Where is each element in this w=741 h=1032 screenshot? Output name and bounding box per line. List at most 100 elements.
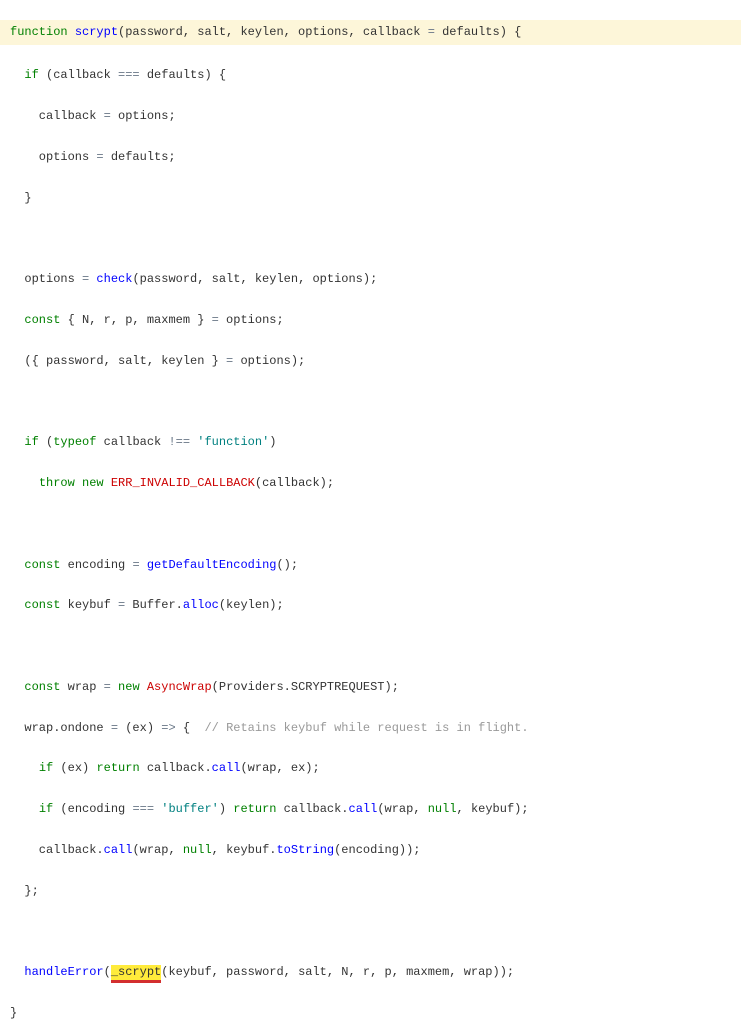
code-line-blank	[10, 636, 731, 656]
code-text: options	[10, 272, 82, 286]
code-text	[140, 558, 147, 572]
code-line: options = defaults;	[10, 147, 731, 167]
code-text: (	[104, 965, 111, 979]
code-text: }	[10, 1006, 17, 1020]
code-text: (encoding	[53, 802, 132, 816]
code-text: (keylen);	[219, 598, 284, 612]
code-line: const keybuf = Buffer.alloc(keylen);	[10, 595, 731, 615]
keyword-if: if	[24, 435, 38, 449]
code-text: defaults) {	[435, 25, 521, 39]
code-text: , keybuf);	[457, 802, 529, 816]
keyword-const: const	[24, 313, 60, 327]
code-line: callback = options;	[10, 106, 731, 126]
keyword-new: new	[82, 476, 104, 490]
code-line-blank	[10, 228, 731, 248]
code-text	[10, 965, 24, 979]
code-text: (wrap,	[132, 843, 182, 857]
code-text: };	[10, 884, 39, 898]
method-call: toString	[276, 843, 334, 857]
code-line-blank	[10, 391, 731, 411]
code-text: options);	[233, 354, 305, 368]
code-line: }	[10, 1003, 731, 1023]
code-text: options	[10, 150, 96, 164]
operator: =	[104, 109, 111, 123]
operator: =	[96, 150, 103, 164]
code-text: options;	[111, 109, 176, 123]
keyword-if: if	[39, 761, 53, 775]
code-text: )	[219, 802, 233, 816]
code-line: const encoding = getDefaultEncoding();	[10, 555, 731, 575]
string-literal: 'function'	[197, 435, 269, 449]
operator: ===	[132, 802, 154, 816]
code-text: (encoding));	[334, 843, 420, 857]
code-line: throw new ERR_INVALID_CALLBACK(callback)…	[10, 473, 731, 493]
code-text: (Providers.SCRYPTREQUEST);	[212, 680, 399, 694]
function-call: getDefaultEncoding	[147, 558, 277, 572]
code-text: callback.	[140, 761, 212, 775]
code-text: callback	[96, 435, 168, 449]
keyword-return: return	[233, 802, 276, 816]
highlighted-token-scrypt: _scrypt	[111, 965, 161, 983]
code-text: defaults) {	[140, 68, 226, 82]
method-call: call	[212, 761, 241, 775]
code-text: (password, salt, keylen, options);	[132, 272, 377, 286]
code-text: { N, r, p, maxmem }	[60, 313, 211, 327]
code-line: };	[10, 881, 731, 901]
function-call: check	[96, 272, 132, 286]
operator: =	[104, 680, 111, 694]
code-text: , keybuf.	[212, 843, 277, 857]
operator: =	[132, 558, 139, 572]
function-name: scrypt	[75, 25, 118, 39]
code-text	[140, 680, 147, 694]
code-line: options = check(password, salt, keylen, …	[10, 269, 731, 289]
operator: !==	[168, 435, 190, 449]
code-text: encoding	[60, 558, 132, 572]
keyword-if: if	[24, 68, 38, 82]
arrow-op: =>	[161, 721, 175, 735]
code-line: const wrap = new AsyncWrap(Providers.SCR…	[10, 677, 731, 697]
code-text: ();	[276, 558, 298, 572]
operator: =	[212, 313, 219, 327]
code-line: handleError(_scrypt(keybuf, password, sa…	[10, 962, 731, 982]
code-line: ({ password, salt, keylen } = options);	[10, 351, 731, 371]
code-text: keybuf	[60, 598, 118, 612]
code-text: callback.	[10, 843, 104, 857]
keyword-function: function	[10, 25, 68, 39]
code-text: options;	[219, 313, 284, 327]
code-line: if (typeof callback !== 'function')	[10, 432, 731, 452]
keyword-const: const	[24, 598, 60, 612]
code-text	[154, 802, 161, 816]
code-text: ({ password, salt, keylen }	[10, 354, 226, 368]
code-text: (callback	[39, 68, 118, 82]
code-line-blank	[10, 514, 731, 534]
code-line: if (encoding === 'buffer') return callba…	[10, 799, 731, 819]
method-call: call	[349, 802, 378, 816]
keyword-typeof: typeof	[53, 435, 96, 449]
keyword-new: new	[118, 680, 140, 694]
operator: =	[118, 598, 125, 612]
code-text: callback.	[276, 802, 348, 816]
code-text: defaults;	[104, 150, 176, 164]
method-call: alloc	[183, 598, 219, 612]
code-text	[104, 476, 111, 490]
code-line-blank	[10, 922, 731, 942]
null-literal: null	[428, 802, 457, 816]
keyword-return: return	[96, 761, 139, 775]
constructor-call: AsyncWrap	[147, 680, 212, 694]
method-call: call	[104, 843, 133, 857]
code-text: (ex)	[118, 721, 161, 735]
error-constructor: ERR_INVALID_CALLBACK	[111, 476, 255, 490]
code-text: callback	[10, 109, 104, 123]
code-line: if (ex) return callback.call(wrap, ex);	[10, 758, 731, 778]
keyword-throw: throw	[39, 476, 75, 490]
code-text: }	[10, 191, 32, 205]
code-text: (callback);	[255, 476, 334, 490]
code-text: )	[269, 435, 276, 449]
keyword-const: const	[24, 680, 60, 694]
code-text: wrap	[60, 680, 103, 694]
code-line: const { N, r, p, maxmem } = options;	[10, 310, 731, 330]
operator: =	[428, 25, 435, 39]
code-text: (keybuf, password, salt, N, r, p, maxmem…	[161, 965, 514, 979]
code-line: wrap.ondone = (ex) => { // Retains keybu…	[10, 718, 731, 738]
code-line: if (callback === defaults) {	[10, 65, 731, 85]
